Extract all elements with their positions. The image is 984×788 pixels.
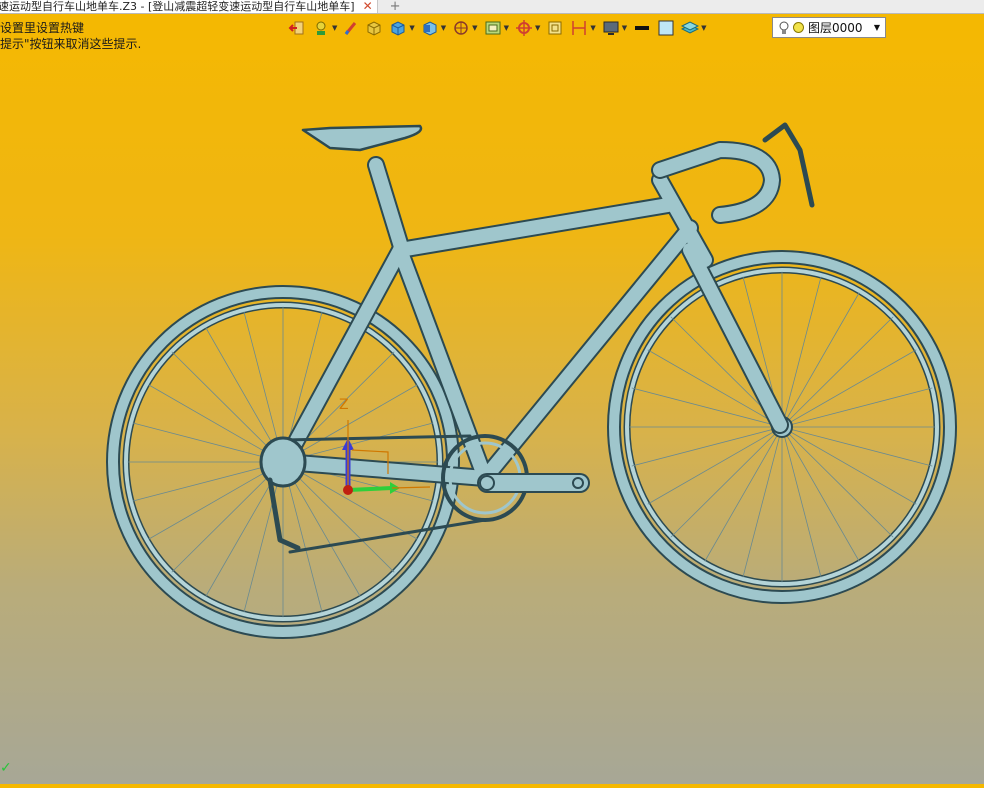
display-icon[interactable]: ▼ xyxy=(602,17,627,39)
chevron-down-icon[interactable]: ▼ xyxy=(332,24,337,32)
checkmark-icon: ✓ xyxy=(0,760,12,776)
close-tab-icon[interactable]: ✕ xyxy=(363,0,373,13)
dimension-icon[interactable]: ▼ xyxy=(570,17,596,39)
document-tab-title: 速运动型自行车山地单车.Z3 - [登山减震超轻变速运动型自行车山地单车] xyxy=(0,0,355,13)
axis-icon[interactable] xyxy=(546,17,564,39)
box-icon[interactable] xyxy=(365,17,383,39)
chevron-down-icon[interactable]: ▼ xyxy=(409,24,414,32)
3d-viewport[interactable]: Z xyxy=(0,40,984,784)
chevron-down-icon[interactable]: ▼ xyxy=(874,23,880,32)
chevron-down-icon[interactable]: ▼ xyxy=(701,24,706,32)
chevron-down-icon[interactable]: ▼ xyxy=(441,24,446,32)
cube-icon[interactable]: ▼ xyxy=(389,17,415,39)
view-cube-icon[interactable]: ▼ xyxy=(421,17,446,39)
axis-triad xyxy=(342,420,431,495)
bicycle-model[interactable] xyxy=(106,122,957,639)
chevron-down-icon[interactable]: ▼ xyxy=(590,24,595,32)
axis-z-label: Z xyxy=(339,397,349,413)
fill-color-icon[interactable] xyxy=(657,17,675,39)
document-tab[interactable]: 速运动型自行车山地单车.Z3 - [登山减震超轻变速运动型自行车山地单车] ✕ xyxy=(0,0,378,13)
view-toolbar: ▼ ▼ ▼ ▼ ▼ ▼ ▼ ▼ ▼ xyxy=(288,17,713,39)
snap-icon[interactable]: ▼ xyxy=(515,17,540,39)
layer-plane-icon[interactable]: ▼ xyxy=(681,17,707,39)
line-color-icon[interactable] xyxy=(633,17,651,39)
lightbulb-icon[interactable] xyxy=(779,21,789,35)
chevron-down-icon[interactable]: ▼ xyxy=(535,24,540,32)
shade-icon[interactable]: ▼ xyxy=(452,17,478,39)
new-tab-icon[interactable]: + xyxy=(390,0,401,13)
chevron-down-icon[interactable]: ▼ xyxy=(504,24,509,32)
layer-value: 图层0000 xyxy=(808,21,863,35)
layer-select[interactable]: 图层0000 ▼ xyxy=(772,17,886,38)
frame-icon[interactable]: ▼ xyxy=(484,17,509,39)
layer-color-icon[interactable] xyxy=(793,22,804,33)
edit-icon[interactable] xyxy=(343,17,359,39)
chevron-down-icon[interactable]: ▼ xyxy=(622,24,627,32)
hint-line-1: 设置里设置热键 xyxy=(0,21,85,35)
chevron-down-icon[interactable]: ▼ xyxy=(472,24,477,32)
exit-icon[interactable] xyxy=(288,17,306,39)
document-tab-bar: 速运动型自行车山地单车.Z3 - [登山减震超轻变速运动型自行车山地单车] ✕ … xyxy=(0,0,984,14)
light-icon[interactable]: ▼ xyxy=(312,17,337,39)
